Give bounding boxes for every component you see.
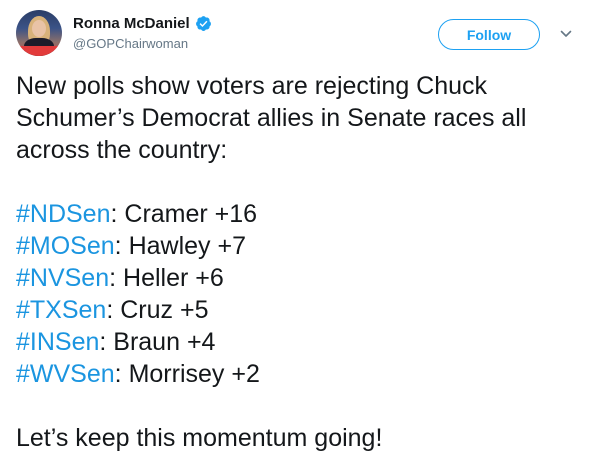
race-line: #MOSen: Hawley +7 <box>16 230 581 262</box>
race-line: #INSen: Braun +4 <box>16 326 581 358</box>
chevron-down-icon[interactable] <box>560 28 572 40</box>
race-result: : Cruz +5 <box>106 296 209 324</box>
hashtag-link[interactable]: #INSen <box>16 328 99 356</box>
race-line: #TXSen: Cruz +5 <box>16 294 581 326</box>
author-block[interactable]: Ronna McDaniel @GOPChairwoman <box>73 13 212 51</box>
race-result: : Braun +4 <box>99 328 216 356</box>
hashtag-link[interactable]: #TXSen <box>16 296 106 324</box>
race-line: #WVSen: Morrisey +2 <box>16 358 581 390</box>
tweet-text-line: across the country: <box>16 136 228 164</box>
tweet-text-line: Schumer’s Democrat allies in Senate race… <box>16 104 527 132</box>
tweet-text-line: New polls show voters are rejecting Chuc… <box>16 72 488 100</box>
hashtag-link[interactable]: #NDSen <box>16 200 111 228</box>
verified-badge-icon <box>195 15 211 31</box>
tweet: Ronna McDaniel @GOPChairwoman Follow New… <box>0 0 593 462</box>
tweet-header: Ronna McDaniel @GOPChairwoman Follow <box>16 10 581 60</box>
race-line: #NDSen: Cramer +16 <box>16 198 581 230</box>
race-result: : Cramer +16 <box>110 200 258 228</box>
race-line: #NVSen: Heller +6 <box>16 262 581 294</box>
display-name[interactable]: Ronna McDaniel <box>73 15 190 32</box>
follow-button[interactable]: Follow <box>438 19 540 50</box>
race-result: : Morrisey +2 <box>114 360 260 388</box>
hashtag-link[interactable]: #WVSen <box>16 360 115 388</box>
race-result: : Hawley +7 <box>114 232 246 260</box>
hashtag-link[interactable]: #NVSen <box>16 264 109 292</box>
hashtag-link[interactable]: #MOSen <box>16 232 115 260</box>
tweet-text: New polls show voters are rejecting Chuc… <box>16 70 581 454</box>
handle[interactable]: @GOPChairwoman <box>73 36 212 51</box>
tweet-closing: Let’s keep this momentum going! <box>16 424 383 452</box>
race-result: : Heller +6 <box>109 264 224 292</box>
avatar[interactable] <box>16 10 62 56</box>
